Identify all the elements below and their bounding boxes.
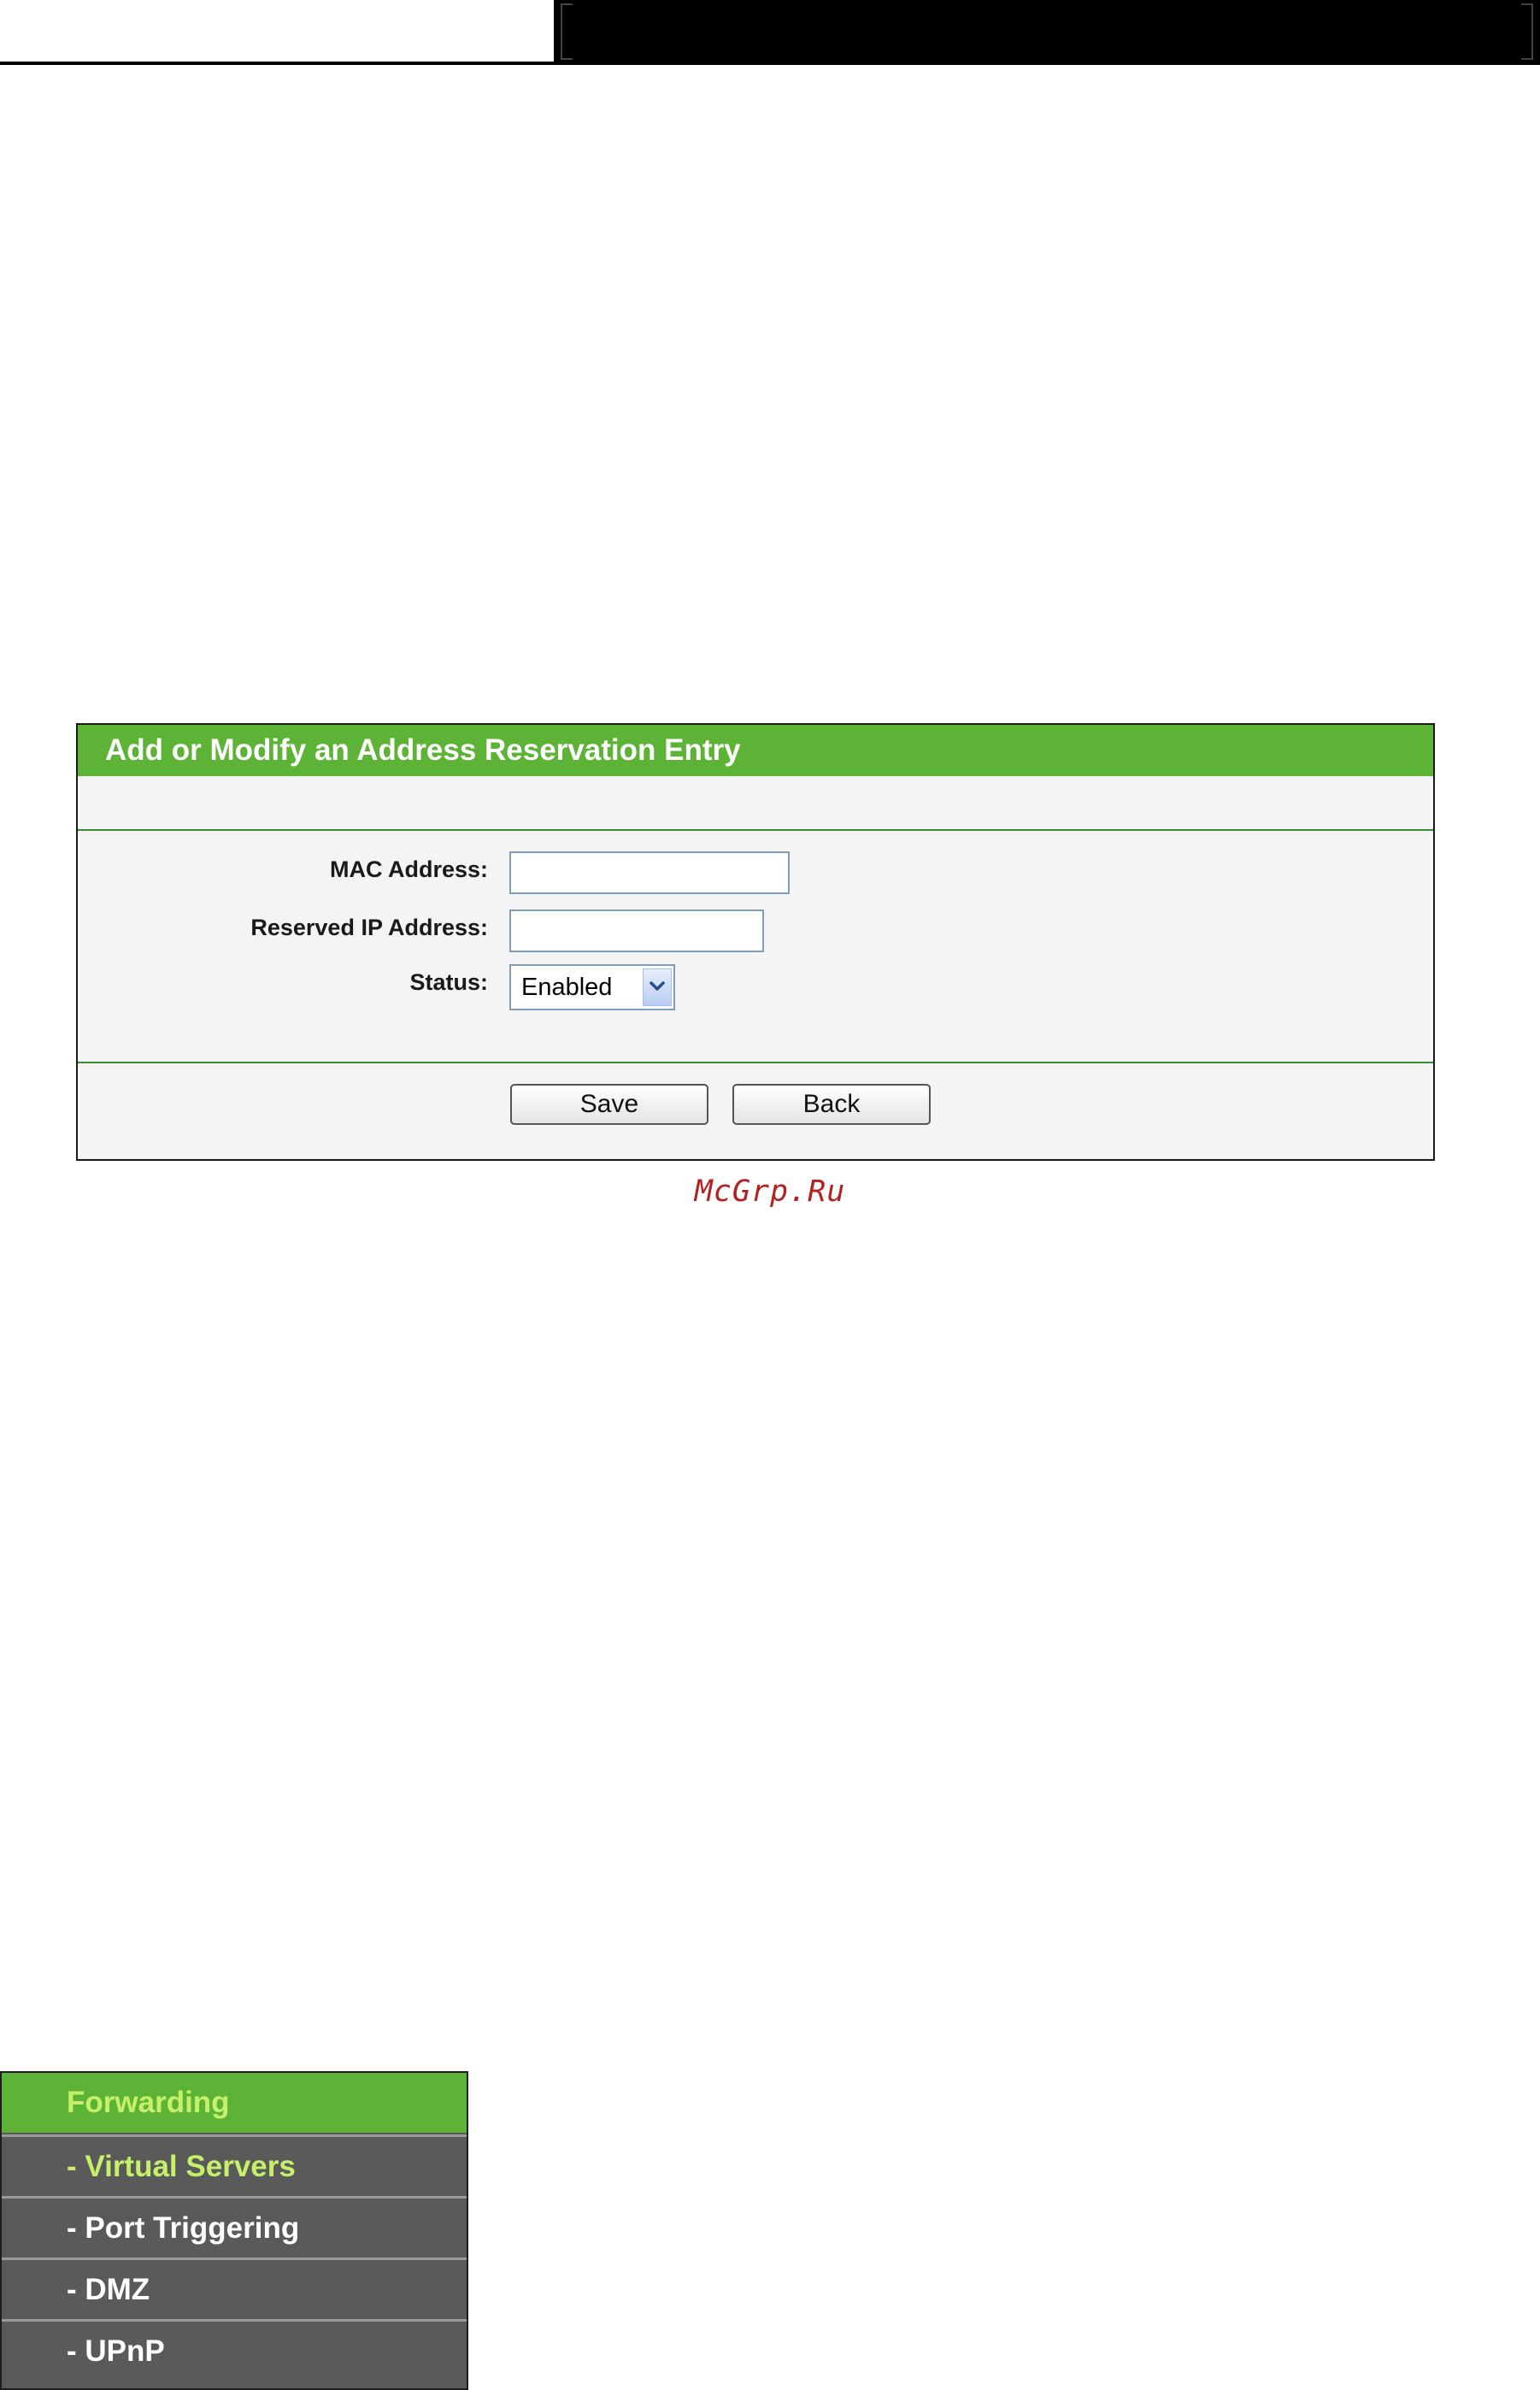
forwarding-menu: Forwarding - Virtual Servers - Port Trig…	[0, 2071, 468, 2390]
menu-item-dmz[interactable]: - DMZ	[2, 2258, 467, 2317]
page-header	[0, 0, 1540, 68]
panel-title: Add or Modify an Address Reservation Ent…	[78, 725, 1433, 776]
chevron-down-icon[interactable]	[643, 968, 672, 1006]
back-button[interactable]: Back	[732, 1084, 931, 1125]
status-select[interactable]: Enabled	[509, 964, 675, 1010]
header-left-strip	[0, 0, 554, 65]
menu-item-port-triggering[interactable]: - Port Triggering	[2, 2196, 467, 2256]
mac-address-input[interactable]	[509, 851, 790, 894]
watermark-text: McGrp.Ru	[694, 1174, 846, 1209]
status-select-value: Enabled	[521, 974, 613, 1001]
mac-address-label: MAC Address:	[329, 857, 488, 882]
divider	[78, 829, 1433, 831]
divider	[78, 1062, 1433, 1063]
menu-item-forwarding[interactable]: Forwarding	[2, 2073, 467, 2133]
header-bar-left-bracket	[561, 3, 573, 60]
reserved-ip-input[interactable]	[509, 909, 764, 952]
menu-item-virtual-servers[interactable]: - Virtual Servers	[2, 2134, 467, 2194]
address-reservation-panel: Add or Modify an Address Reservation Ent…	[76, 723, 1435, 1161]
status-label: Status:	[409, 969, 488, 995]
header-bar-right-bracket	[1521, 3, 1533, 60]
menu-item-upnp[interactable]: - UPnP	[2, 2319, 467, 2379]
header-black-bar	[554, 0, 1540, 65]
save-button[interactable]: Save	[510, 1084, 708, 1125]
reserved-ip-label: Reserved IP Address:	[250, 915, 488, 940]
